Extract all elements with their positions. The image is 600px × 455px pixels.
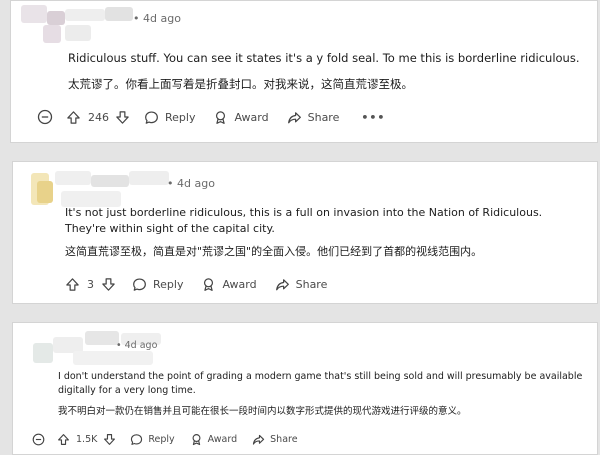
share-icon <box>275 279 289 291</box>
more-icon: ••• <box>361 110 386 124</box>
collapse-button[interactable] <box>37 109 53 125</box>
upvote-button[interactable] <box>65 277 80 292</box>
upvote-button[interactable] <box>57 433 70 446</box>
downvote-button[interactable] <box>101 277 116 292</box>
comment-text-zh: 这简直荒谬至极，简直是对"荒谬之国"的全面入侵。他们已经到了首都的视线范围内。 <box>65 245 483 258</box>
vote-count: 1.5K <box>76 434 98 445</box>
comment-text-zh: 我不明白对一款仍在销售并且可能在很长一段时间内以数字形式提供的现代游戏进行评级的… <box>58 406 467 417</box>
comment-card-2: • 4d ago It's not just borderline ridicu… <box>12 161 598 304</box>
collapse-icon <box>32 433 45 446</box>
reply-button[interactable]: Reply <box>132 277 183 292</box>
award-button[interactable]: Award <box>190 433 237 446</box>
comment-card-3: • 4d ago I don't understand the point of… <box>12 322 598 455</box>
comment-text-zh: 太荒谬了。你看上面写着是折叠封口。对我来说，这简直荒谬至极。 <box>68 77 413 91</box>
blurred-username <box>21 3 133 43</box>
comment-time: 4d ago <box>143 12 181 25</box>
award-icon <box>216 110 226 124</box>
comment-meta: • 4d ago <box>167 177 215 190</box>
share-button[interactable]: Share <box>252 433 298 446</box>
reply-icon <box>145 110 158 124</box>
collapse-icon <box>37 109 53 125</box>
award-label: Award <box>207 434 238 445</box>
meta-dot: • <box>167 177 174 190</box>
award-label: Award <box>222 278 257 291</box>
award-icon <box>192 434 201 446</box>
downvote-icon <box>104 434 116 445</box>
collapse-button[interactable] <box>32 433 45 446</box>
comment-text-en: I don't understand the point of grading … <box>58 371 583 396</box>
comment-card-1: • 4d ago Ridiculous stuff. You can see i… <box>10 0 598 143</box>
reply-button[interactable]: Reply <box>144 110 195 125</box>
vote-count: 3 <box>87 278 94 291</box>
reply-button[interactable]: Reply <box>130 433 175 446</box>
upvote-icon <box>66 278 79 291</box>
share-icon <box>253 434 265 445</box>
meta-dot: • <box>133 12 140 25</box>
vote-count: 246 <box>88 110 109 124</box>
share-button[interactable]: Share <box>287 110 340 125</box>
comment-actions: 1.5K Reply Award Share <box>32 433 298 446</box>
comment-time: 4d ago <box>124 340 158 351</box>
award-icon <box>204 278 214 291</box>
upvote-icon <box>67 110 80 124</box>
award-button[interactable]: Award <box>213 110 269 125</box>
downvote-button[interactable] <box>115 110 130 125</box>
comment-text-en: It's not just borderline ridiculous, thi… <box>65 206 543 235</box>
downvote-icon <box>116 110 129 124</box>
upvote-button[interactable] <box>66 110 81 125</box>
comment-meta: • 4d ago <box>133 12 181 25</box>
comment-time: 4d ago <box>177 177 215 190</box>
share-button[interactable]: Share <box>275 277 328 292</box>
share-label: Share <box>295 278 328 291</box>
reply-icon <box>131 434 143 445</box>
comment-text-en: Ridiculous stuff. You can see it states … <box>68 51 580 65</box>
share-icon <box>287 111 301 123</box>
meta-dot: • <box>116 340 122 351</box>
downvote-button[interactable] <box>103 433 116 446</box>
reply-label: Reply <box>165 110 196 124</box>
downvote-icon <box>102 278 115 291</box>
comment-meta: • 4d ago <box>116 340 157 351</box>
reply-label: Reply <box>153 278 184 291</box>
share-label: Share <box>270 434 298 445</box>
reply-icon <box>133 278 146 291</box>
award-label: Award <box>234 110 269 124</box>
share-label: Share <box>307 110 340 124</box>
more-options-button[interactable]: ••• <box>361 111 385 124</box>
comment-actions: 246 Reply Award Share ••• <box>37 109 385 125</box>
reply-label: Reply <box>148 434 175 445</box>
award-button[interactable]: Award <box>201 277 257 292</box>
upvote-icon <box>58 434 69 445</box>
comment-actions: 3 Reply Award Share <box>65 277 327 292</box>
